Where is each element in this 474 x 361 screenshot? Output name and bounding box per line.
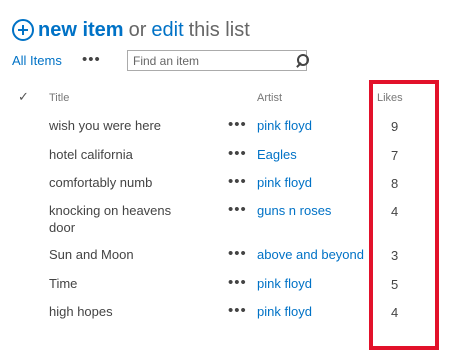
search-input[interactable] [128,51,293,70]
header-this-list-text: this list [188,18,250,41]
row-menu-button[interactable]: ••• [228,173,247,190]
view-more-button[interactable]: ••• [82,51,101,68]
row-title[interactable]: high hopes [49,303,199,320]
column-header-artist[interactable]: Artist [257,92,282,104]
header-or-text: or [128,18,147,41]
row-artist-link[interactable]: above and beyond [257,246,364,263]
row-menu-button[interactable]: ••• [228,302,247,319]
column-header-title[interactable]: Title [49,92,69,104]
row-artist-link[interactable]: pink floyd [257,174,312,191]
row-artist-link[interactable]: guns n roses [257,202,331,219]
plus-circle-icon[interactable] [12,19,34,41]
row-menu-button[interactable]: ••• [228,116,247,133]
list-header: new item or edit this list [12,14,250,46]
view-tab-all-items[interactable]: All Items [12,53,62,68]
edit-link[interactable]: edit [151,19,183,42]
select-all-checkmark[interactable]: ✓ [18,89,29,105]
row-title[interactable]: knocking on heavens door [49,202,199,236]
row-title[interactable]: hotel california [49,146,199,163]
search-icon[interactable] [293,52,309,70]
row-artist-link[interactable]: pink floyd [257,275,312,292]
row-title[interactable]: wish you were here [49,117,199,134]
row-title[interactable]: Time [49,275,199,292]
row-artist-link[interactable]: pink floyd [257,303,312,320]
row-title[interactable]: Sun and Moon [49,246,199,263]
new-item-link[interactable]: new item [38,19,124,42]
row-menu-button[interactable]: ••• [228,274,247,291]
row-artist-link[interactable]: Eagles [257,146,297,163]
row-menu-button[interactable]: ••• [228,201,247,218]
row-menu-button[interactable]: ••• [228,145,247,162]
row-title[interactable]: comfortably numb [49,174,199,191]
likes-column-highlight [369,80,439,350]
row-menu-button[interactable]: ••• [228,245,247,262]
row-artist-link[interactable]: pink floyd [257,117,312,134]
search-box [127,50,309,71]
